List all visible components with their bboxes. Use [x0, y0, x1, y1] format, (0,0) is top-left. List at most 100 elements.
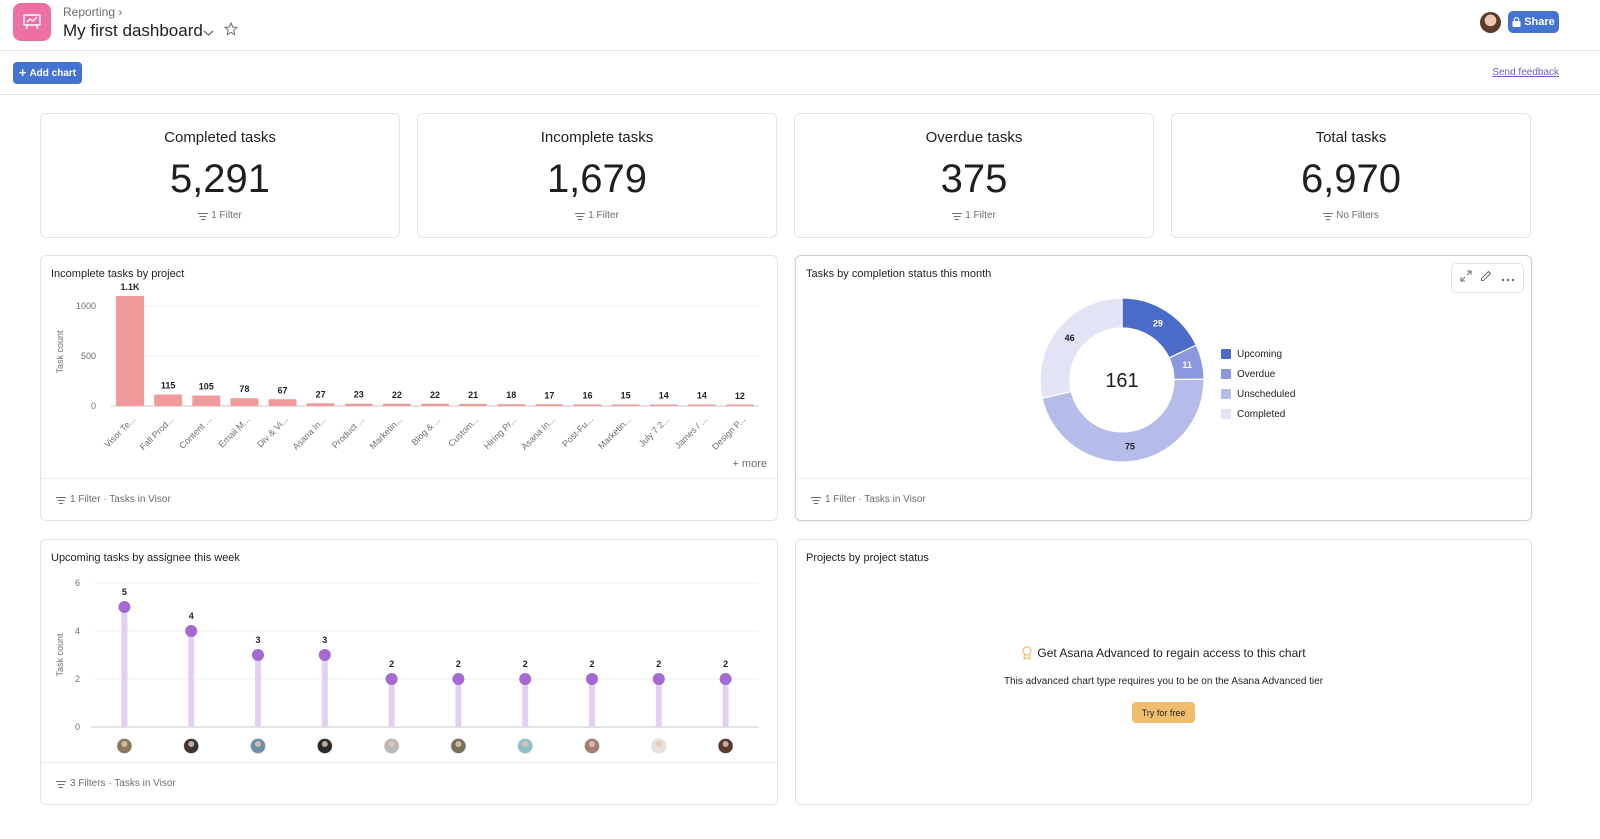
- filter-icon: [1323, 212, 1334, 220]
- kpi-card-overdue[interactable]: Overdue tasks 375 1 Filter: [794, 113, 1154, 238]
- kpi-card-incomplete[interactable]: Incomplete tasks 1,679 1 Filter: [417, 113, 777, 238]
- bar: [573, 404, 602, 406]
- bar-value-label: 22: [430, 390, 440, 400]
- breadcrumb[interactable]: Reporting ›: [63, 5, 122, 19]
- lollipop-point: [519, 673, 532, 685]
- slice-value-label: 75: [1125, 442, 1135, 452]
- bar: [382, 403, 411, 406]
- point-value-label: 2: [723, 659, 728, 669]
- chart-card-incomplete-by-project[interactable]: Incomplete tasks by project Task count 0 5…: [40, 255, 778, 521]
- lollipop-point: [586, 673, 598, 685]
- bar-value-label: 27: [316, 389, 326, 399]
- kpi-filter-label: No Filters: [1336, 210, 1379, 221]
- point-value-label: 2: [456, 659, 461, 669]
- chart-footer[interactable]: 3 Filters · Tasks in Visor: [41, 762, 777, 804]
- x-tick-label: July 7 2...: [637, 414, 671, 448]
- bar: [154, 394, 183, 406]
- bar: [687, 404, 716, 406]
- user-avatar[interactable]: [1480, 12, 1501, 33]
- kpi-card-total[interactable]: Total tasks 6,970 No Filters: [1171, 113, 1531, 238]
- upgrade-subtitle: This advanced chart type requires you to…: [1003, 676, 1324, 687]
- legend-item[interactable]: Overdue: [1221, 364, 1295, 384]
- y-tick-label: 2: [75, 674, 80, 684]
- filter-icon: [56, 496, 66, 504]
- presentation-chart-icon: [23, 14, 41, 30]
- favorite-star-icon[interactable]: [223, 21, 239, 41]
- kpi-card-completed[interactable]: Completed tasks 5,291 1 Filter: [40, 113, 400, 238]
- x-tick-label: Div & Vi...: [255, 414, 290, 449]
- top-bar: Reporting › My first dashboard Share: [0, 0, 1600, 51]
- x-tick-label: Custom...: [446, 414, 480, 448]
- legend-item[interactable]: Upcoming: [1221, 344, 1295, 364]
- y-tick-label: 1000: [76, 301, 96, 311]
- bar-chart: Task count 0 500 1000 1.1K Visor Te... 115 Fall…: [55, 282, 759, 452]
- bar: [459, 403, 488, 406]
- lollipop-point: [185, 625, 198, 637]
- kpi-filter[interactable]: No Filters: [1172, 210, 1530, 221]
- add-chart-button[interactable]: + Add chart: [13, 62, 82, 84]
- lollipop-point: [252, 649, 264, 661]
- y-tick-label: 0: [91, 401, 96, 411]
- chart-card-completion-status[interactable]: Tasks by completion status this month 29…: [795, 255, 1532, 521]
- lollipop-chart: Task count 0 2 4 6 5 4 3 3 2 2 2 2 2 2: [55, 578, 759, 754]
- bar: [535, 404, 564, 406]
- x-tick-label: Marketin...: [368, 414, 405, 451]
- x-tick-label: Marketin...: [596, 414, 633, 451]
- bar-value-label: 16: [582, 390, 592, 400]
- kpi-filter[interactable]: 1 Filter: [41, 210, 399, 221]
- kpi-filter-label: 1 Filter: [965, 210, 996, 221]
- bar: [421, 403, 449, 406]
- legend-label: Upcoming: [1237, 348, 1283, 360]
- slice-value-label: 29: [1153, 318, 1163, 328]
- bar: [192, 395, 221, 406]
- donut-legend: Upcoming Overdue Unscheduled Completed: [1221, 344, 1295, 424]
- assignee-avatar-face: [188, 741, 195, 747]
- chart-footer[interactable]: 1 Filter · Tasks in Visor: [796, 478, 1531, 520]
- lollipop-point: [118, 601, 131, 613]
- point-value-label: 2: [523, 659, 528, 669]
- y-axis-label: Task count: [55, 330, 65, 374]
- lollipop-stem: [589, 679, 595, 727]
- try-for-free-button[interactable]: Try for free: [1132, 702, 1195, 723]
- title-chevron-down-icon[interactable]: [203, 24, 214, 42]
- legend-item[interactable]: Unscheduled: [1221, 384, 1295, 404]
- bar: [611, 404, 640, 406]
- x-tick-label: James / ...: [673, 414, 709, 450]
- kpi-filter-label: 1 Filter: [211, 210, 242, 221]
- kpi-title: Overdue tasks: [925, 129, 1023, 146]
- point-value-label: 3: [322, 635, 327, 645]
- kpi-value: 375: [940, 157, 1008, 201]
- breadcrumb-reporting[interactable]: Reporting: [63, 5, 115, 19]
- legend-label: Completed: [1237, 408, 1286, 420]
- point-value-label: 4: [189, 611, 194, 621]
- filter-icon: [952, 212, 963, 220]
- chart-footer[interactable]: 1 Filter · Tasks in Visor: [41, 478, 777, 520]
- bar: [306, 403, 335, 406]
- assignee-avatar-face: [388, 741, 395, 747]
- bar-value-label: 14: [697, 391, 707, 401]
- x-tick-label: Design P...: [710, 414, 747, 451]
- lollipop-stem: [255, 655, 261, 727]
- point-value-label: 2: [656, 659, 661, 669]
- slice-value-label: 46: [1065, 333, 1075, 343]
- chart-card-projects-by-status[interactable]: Projects by project status Get Asana Adv…: [795, 539, 1532, 805]
- chart-footer-label: 1 Filter · Tasks in Visor: [70, 494, 171, 505]
- x-tick-label: Fall Prod...: [138, 414, 176, 452]
- legend-swatch: [1221, 389, 1231, 399]
- more-link[interactable]: + more: [732, 458, 767, 470]
- assignee-avatar-face: [255, 741, 261, 747]
- kpi-filter[interactable]: 1 Filter: [418, 210, 776, 221]
- chart-card-upcoming-by-assignee[interactable]: Upcoming tasks by assignee this week Tas…: [40, 539, 778, 805]
- legend-label: Overdue: [1237, 368, 1276, 380]
- send-feedback-link[interactable]: Send feedback: [1492, 67, 1559, 78]
- y-tick-label: 500: [81, 351, 96, 361]
- kpi-filter[interactable]: 1 Filter: [795, 210, 1153, 221]
- bar-value-label: 105: [199, 382, 214, 392]
- breadcrumb-separator: ›: [118, 5, 123, 19]
- legend-item[interactable]: Completed: [1221, 404, 1295, 424]
- y-tick-label: 4: [75, 626, 80, 636]
- share-button[interactable]: Share: [1508, 11, 1559, 33]
- filter-icon: [811, 496, 821, 504]
- x-tick-label: Visor Te...: [102, 414, 137, 449]
- point-value-label: 2: [389, 659, 394, 669]
